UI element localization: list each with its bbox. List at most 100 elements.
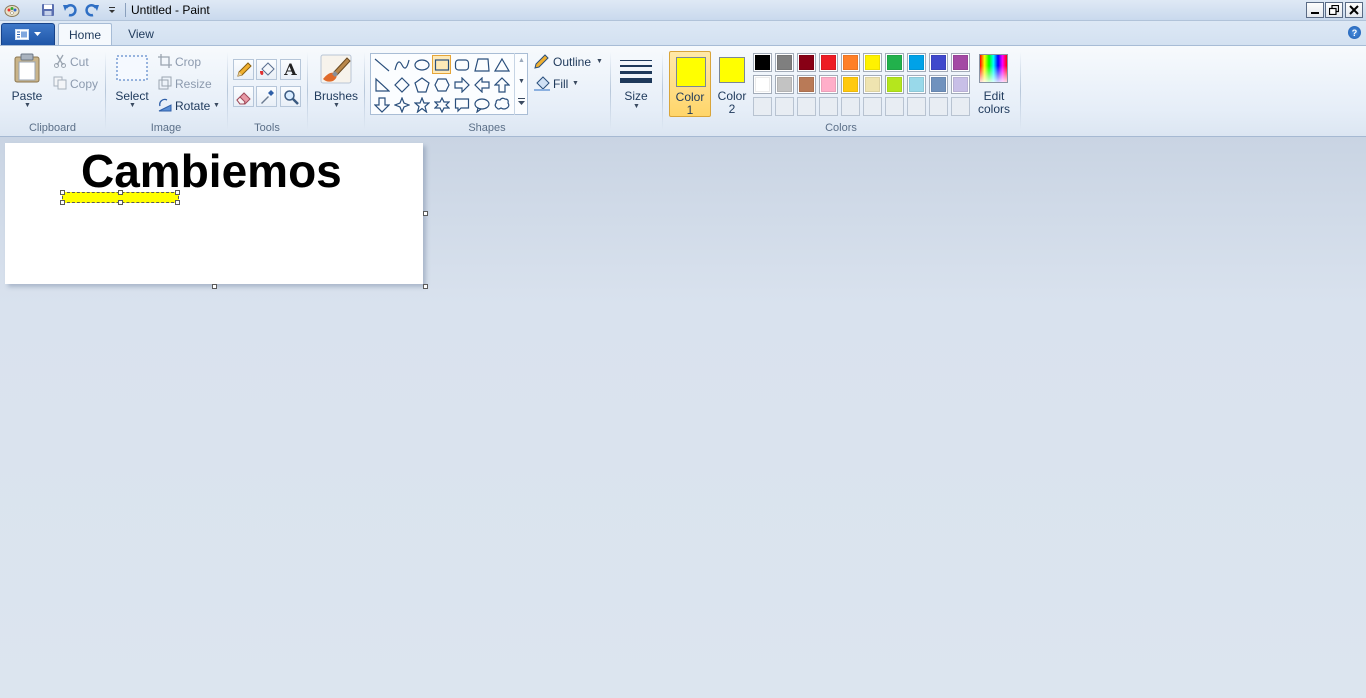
selection-handle[interactable] [118, 190, 123, 195]
palette-color[interactable] [797, 53, 816, 72]
palette-color[interactable] [775, 53, 794, 72]
oval-callout-shape-icon[interactable] [472, 95, 491, 114]
four-point-star-shape-icon[interactable] [392, 95, 411, 114]
redo-icon[interactable] [84, 2, 100, 18]
palette-color[interactable] [753, 53, 772, 72]
oval-shape-icon[interactable] [412, 55, 431, 74]
canvas-resize-handle-bottom[interactable] [212, 284, 217, 289]
brushes-button[interactable]: Brushes ▼ [313, 50, 359, 114]
five-point-star-shape-icon[interactable] [412, 95, 431, 114]
triangle-shape-icon[interactable] [492, 55, 511, 74]
outline-button[interactable]: Outline ▼ [533, 53, 605, 71]
eraser-icon[interactable] [233, 86, 254, 107]
palette-custom-slot[interactable] [753, 97, 772, 116]
pencil-icon[interactable] [233, 59, 254, 80]
scroll-up-icon[interactable]: ▲ [518, 57, 525, 64]
copy-button[interactable]: Copy [52, 75, 100, 93]
palette-color[interactable] [841, 75, 860, 94]
color2-label: Color [717, 89, 747, 103]
text-icon[interactable]: A [280, 59, 301, 80]
color1-button[interactable]: Color 1 [669, 51, 711, 117]
palette-color[interactable] [951, 53, 970, 72]
curve-shape-icon[interactable] [392, 55, 411, 74]
up-arrow-shape-icon[interactable] [492, 75, 511, 94]
rectangle-shape-icon[interactable] [432, 55, 451, 74]
save-icon[interactable] [40, 2, 56, 18]
polygon-shape-icon[interactable] [472, 55, 491, 74]
palette-custom-slot[interactable] [885, 97, 904, 116]
fill-button[interactable]: Fill ▼ [533, 75, 593, 93]
paint-menu-button[interactable] [1, 23, 55, 45]
canvas-resize-handle-corner[interactable] [423, 284, 428, 289]
selection-handle[interactable] [175, 190, 180, 195]
line-shape-icon[interactable] [372, 55, 391, 74]
tab-home[interactable]: Home [58, 23, 112, 45]
palette-color[interactable] [819, 75, 838, 94]
palette-color[interactable] [863, 53, 882, 72]
scroll-down-icon[interactable]: ▼ [518, 78, 525, 85]
drawing-canvas[interactable]: Cambiemos [5, 143, 423, 284]
six-point-star-shape-icon[interactable] [432, 95, 451, 114]
cloud-callout-shape-icon[interactable] [492, 95, 511, 114]
paste-button[interactable]: Paste ▼ [8, 50, 46, 114]
select-button[interactable]: Select ▼ [113, 50, 151, 114]
palette-color[interactable] [885, 53, 904, 72]
palette-color[interactable] [907, 75, 926, 94]
palette-color[interactable] [797, 75, 816, 94]
diamond-shape-icon[interactable] [392, 75, 411, 94]
palette-color[interactable] [841, 53, 860, 72]
tab-view[interactable]: View [117, 23, 165, 45]
rectangular-callout-shape-icon[interactable] [452, 95, 471, 114]
palette-color[interactable] [885, 75, 904, 94]
canvas-resize-handle-right[interactable] [423, 211, 428, 216]
customize-quick-access-icon[interactable] [104, 2, 120, 18]
close-button[interactable] [1345, 2, 1363, 18]
resize-button[interactable]: Resize [157, 75, 217, 93]
palette-custom-slot[interactable] [775, 97, 794, 116]
palette-color[interactable] [775, 75, 794, 94]
selection-handle[interactable] [118, 200, 123, 205]
rotate-button[interactable]: Rotate ▼ [157, 97, 221, 115]
palette-color[interactable] [907, 53, 926, 72]
fill-bucket-icon[interactable] [256, 59, 277, 80]
rounded-rectangle-shape-icon[interactable] [452, 55, 471, 74]
left-arrow-shape-icon[interactable] [472, 75, 491, 94]
scissors-icon [54, 54, 66, 68]
color-spectrum-icon [979, 54, 1008, 83]
palette-color[interactable] [929, 53, 948, 72]
palette-color[interactable] [819, 53, 838, 72]
shapes-more-icon[interactable] [517, 97, 526, 109]
palette-custom-slot[interactable] [929, 97, 948, 116]
palette-color[interactable] [929, 75, 948, 94]
edit-colors-button[interactable]: Edit colors [976, 51, 1012, 117]
palette-custom-slot[interactable] [797, 97, 816, 116]
hexagon-shape-icon[interactable] [432, 75, 451, 94]
cut-button[interactable]: Cut [52, 53, 100, 71]
minimize-button[interactable] [1306, 2, 1324, 18]
palette-color[interactable] [951, 75, 970, 94]
palette-custom-slot[interactable] [907, 97, 926, 116]
selection-handle[interactable] [175, 200, 180, 205]
size-button[interactable]: Size ▼ [617, 52, 655, 116]
pentagon-shape-icon[interactable] [412, 75, 431, 94]
right-triangle-shape-icon[interactable] [372, 75, 391, 94]
shapes-scrollbar[interactable]: ▲ ▼ [514, 53, 528, 115]
palette-color[interactable] [863, 75, 882, 94]
palette-custom-slot[interactable] [819, 97, 838, 116]
right-arrow-shape-icon[interactable] [452, 75, 471, 94]
undo-icon[interactable] [62, 2, 78, 18]
crop-button[interactable]: Crop [157, 53, 217, 71]
color2-button[interactable]: Color 2 [713, 51, 751, 117]
palette-custom-slot[interactable] [841, 97, 860, 116]
restore-button[interactable] [1325, 2, 1343, 18]
palette-color[interactable] [753, 75, 772, 94]
down-arrow-shape-icon[interactable] [372, 95, 391, 114]
paint-app-icon[interactable] [4, 2, 20, 18]
magnifier-icon[interactable] [280, 86, 301, 107]
color-picker-icon[interactable] [256, 86, 277, 107]
palette-custom-slot[interactable] [951, 97, 970, 116]
selection-handle[interactable] [60, 200, 65, 205]
palette-custom-slot[interactable] [863, 97, 882, 116]
selection-handle[interactable] [60, 190, 65, 195]
help-icon[interactable]: ? [1348, 26, 1361, 39]
